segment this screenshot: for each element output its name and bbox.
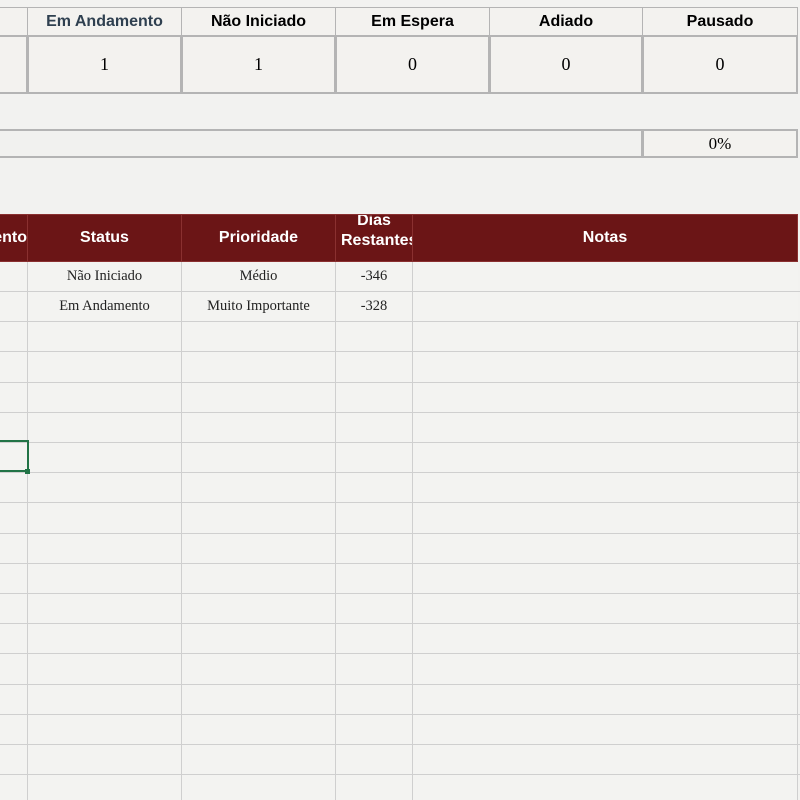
grid-row-line <box>0 744 800 745</box>
grid-row-line <box>0 351 800 352</box>
grid-row-line <box>0 684 800 685</box>
grid-column-line <box>335 262 336 800</box>
table-row-1-priority[interactable]: Médio <box>182 262 335 291</box>
summary-value-em-andamento[interactable]: 1 <box>27 35 182 94</box>
summary-header-em-andamento[interactable]: Em Andamento <box>27 7 182 37</box>
table-row-2-days[interactable]: -328 <box>336 292 412 321</box>
grid-row-line <box>0 472 800 473</box>
summary-header-em-espera[interactable]: Em Espera <box>335 7 490 37</box>
summary-left-blank <box>0 7 28 37</box>
summary-left-value-blank <box>0 35 28 94</box>
grid-column-line <box>412 262 413 800</box>
column-header-notas[interactable]: Notas <box>412 214 798 262</box>
summary-value-adiado[interactable]: 0 <box>489 35 643 94</box>
fill-handle[interactable] <box>25 469 30 474</box>
summary-header-adiado[interactable]: Adiado <box>489 7 643 37</box>
table-row-2-status[interactable]: Em Andamento <box>28 292 181 321</box>
grid-row-line <box>0 321 800 322</box>
column-header-partial[interactable]: ento <box>0 214 28 262</box>
grid-row-line <box>0 382 800 383</box>
summary-header-pausado[interactable]: Pausado <box>642 7 798 37</box>
grid-row-line <box>0 412 800 413</box>
selected-cell[interactable] <box>0 440 29 472</box>
progress-percent[interactable]: 0% <box>642 129 798 158</box>
summary-value-em-espera[interactable]: 0 <box>335 35 490 94</box>
column-header-prioridade[interactable]: Prioridade <box>181 214 336 262</box>
grid-row-line <box>0 563 800 564</box>
column-header-dias-restantes-label: Dias Restantes <box>341 214 413 249</box>
grid-column-line <box>797 262 798 800</box>
column-header-dias-restantes[interactable]: Dias Restantes <box>335 214 413 262</box>
summary-header-nao-iniciado[interactable]: Não Iniciado <box>181 7 336 37</box>
column-header-status[interactable]: Status <box>27 214 182 262</box>
column-header-partial-label: ento <box>0 229 27 246</box>
table-row-1-notes[interactable] <box>413 262 798 291</box>
table-row-1-status[interactable]: Não Iniciado <box>28 262 181 291</box>
grid-body <box>0 262 798 800</box>
grid-row-line <box>0 653 800 654</box>
grid-row-line <box>0 533 800 534</box>
grid-row-line <box>0 623 800 624</box>
grid-column-line <box>181 262 182 800</box>
grid-row-line <box>0 502 800 503</box>
grid-column-line <box>27 262 28 800</box>
grid-row-line <box>0 714 800 715</box>
table-row-2-priority[interactable]: Muito Importante <box>182 292 335 321</box>
table-row-2-notes[interactable] <box>413 292 798 321</box>
progress-bar-track <box>0 129 643 158</box>
summary-value-pausado[interactable]: 0 <box>642 35 798 94</box>
grid-row-line <box>0 774 800 775</box>
table-row-1-days[interactable]: -346 <box>336 262 412 291</box>
summary-value-nao-iniciado[interactable]: 1 <box>181 35 336 94</box>
grid-row-line <box>0 442 800 443</box>
grid-row-line <box>0 593 800 594</box>
